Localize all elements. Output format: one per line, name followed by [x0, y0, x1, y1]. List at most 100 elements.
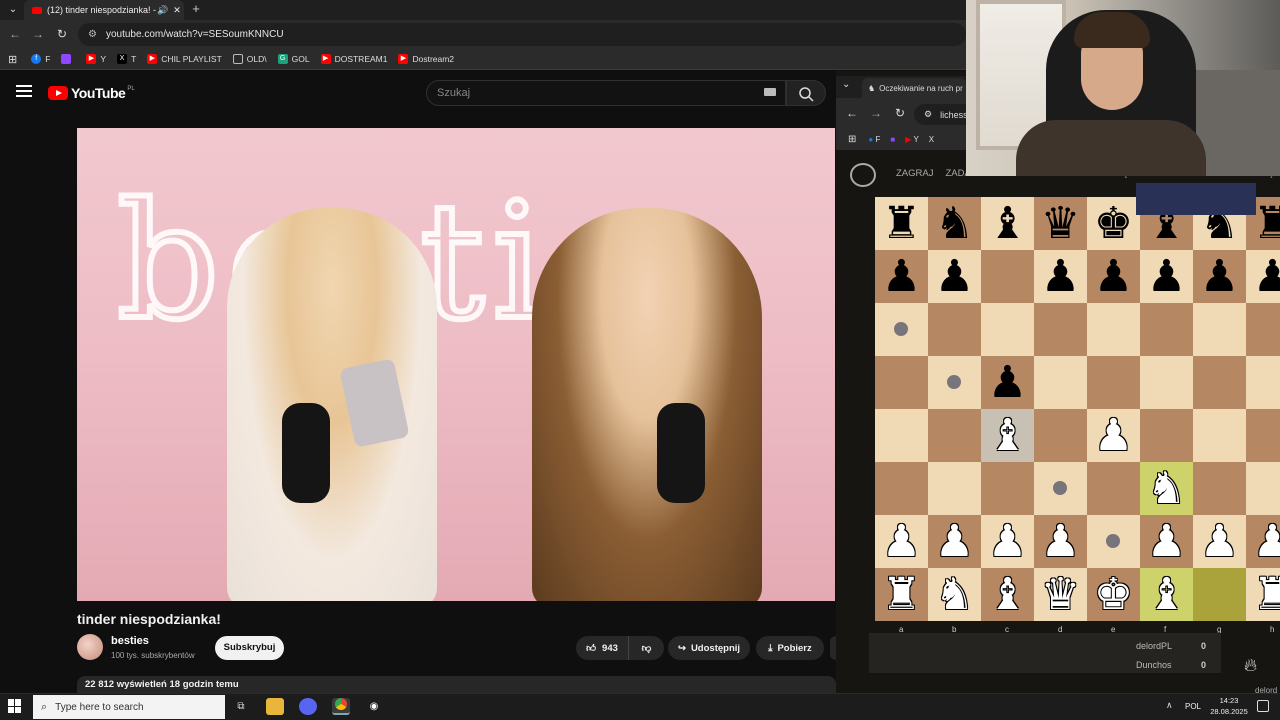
- board-square-g5[interactable]: [1193, 356, 1246, 409]
- bookmark-item[interactable]: [61, 54, 75, 64]
- bookmark-item[interactable]: ▶ Y: [86, 54, 106, 64]
- channel-avatar[interactable]: [77, 634, 103, 660]
- browser-tab-active[interactable]: (12) tinder niespodzianka! - 🔊 ✕: [24, 0, 184, 20]
- search-button[interactable]: [786, 80, 826, 106]
- tab-search-button[interactable]: ⌄: [842, 79, 850, 90]
- chess-board[interactable]: ♜ ♞ ♝ ♛ ♚ ♝ ♞ ♜ ♟ ♟ ♟ ♟ ♟ ♟ ♟ ♟ ♝ ♟ ♞ ♟ ♟ ♟ ♟ ♟ ♟ ♟ ♜ ♞ ♝ ♛ ♚ ♝ ♜: [875, 197, 1280, 623]
- bookmark-item[interactable]: ▶ DOSTREAM1: [320, 54, 387, 64]
- video-player[interactable]: besties: [77, 128, 835, 601]
- apps-icon[interactable]: ⊞: [8, 53, 17, 66]
- back-icon[interactable]: ←: [844, 105, 860, 121]
- youtube-logo[interactable]: YouTube PL: [48, 85, 135, 101]
- like-button[interactable]: 👍︎ 943: [576, 636, 628, 660]
- windows-start-icon[interactable]: [8, 699, 22, 713]
- board-square-e5[interactable]: [1087, 356, 1140, 409]
- black-pawn-piece[interactable]: ♟: [1034, 250, 1087, 303]
- download-button[interactable]: ⤓ Pobierz: [756, 636, 824, 660]
- board-square-f6[interactable]: [1140, 303, 1193, 356]
- black-pawn-piece[interactable]: ♟: [875, 250, 928, 303]
- search-input[interactable]: Szukaj: [426, 80, 786, 106]
- bookmark-item[interactable]: ▶ Y: [905, 135, 919, 144]
- white-knight-piece[interactable]: ♞: [928, 568, 981, 621]
- channel-name[interactable]: besties: [111, 635, 149, 647]
- board-square-h5[interactable]: [1246, 356, 1280, 409]
- board-square-f4[interactable]: [1140, 409, 1193, 462]
- board-square-g6[interactable]: [1193, 303, 1246, 356]
- white-bishop-piece[interactable]: ♝: [981, 409, 1034, 462]
- chrome-icon[interactable]: [332, 698, 350, 715]
- site-info-icon[interactable]: ⚙: [924, 109, 932, 120]
- white-rook-piece[interactable]: ♜: [1246, 568, 1280, 621]
- board-square-b3[interactable]: [928, 462, 981, 515]
- speaker-icon[interactable]: 🔊: [156, 5, 170, 16]
- nav-play[interactable]: ZAGRAJ: [896, 168, 933, 179]
- clock[interactable]: 14:23 28.08.2025: [1206, 695, 1252, 717]
- white-bishop-piece[interactable]: ♝: [1140, 568, 1193, 621]
- site-info-icon[interactable]: ⚙: [88, 29, 97, 40]
- discord-icon[interactable]: [299, 698, 317, 715]
- black-pawn-piece[interactable]: ♟: [1087, 250, 1140, 303]
- dislike-button[interactable]: 👎︎: [628, 636, 664, 660]
- move-hint-dot[interactable]: [947, 375, 961, 389]
- tray-overflow-icon[interactable]: ∧: [1166, 700, 1173, 711]
- black-pawn-piece[interactable]: ♟: [1193, 250, 1246, 303]
- white-pawn-piece[interactable]: ♟: [875, 515, 928, 568]
- task-view-icon[interactable]: ⧉: [232, 698, 250, 715]
- file-explorer-icon[interactable]: [266, 698, 284, 715]
- white-king-piece[interactable]: ♚: [1087, 568, 1140, 621]
- share-button[interactable]: ↪ Udostępnij: [668, 636, 750, 660]
- white-pawn-piece[interactable]: ♟: [1193, 515, 1246, 568]
- bookmark-item[interactable]: ▶ CHIL PLAYLIST: [147, 54, 222, 64]
- move-hint-dot[interactable]: [1106, 534, 1120, 548]
- white-pawn-piece[interactable]: ♟: [1140, 515, 1193, 568]
- board-square-f5[interactable]: [1140, 356, 1193, 409]
- white-knight-piece[interactable]: ♞: [1140, 462, 1193, 515]
- keyboard-icon[interactable]: [764, 88, 776, 96]
- forward-icon[interactable]: →: [868, 105, 884, 121]
- lichess-tab[interactable]: ♞ Oczekiwanie na ruch pr: [862, 78, 966, 98]
- bookmark-item[interactable]: XT: [117, 54, 136, 64]
- close-tab-icon[interactable]: ✕: [170, 5, 184, 16]
- board-square-e3[interactable]: [1087, 462, 1140, 515]
- board-square-a4[interactable]: [875, 409, 928, 462]
- black-king-piece[interactable]: ♚: [1087, 197, 1140, 250]
- bookmark-item[interactable]: X: [929, 135, 934, 144]
- black-rook-piece[interactable]: ♜: [875, 197, 928, 250]
- board-square-b6[interactable]: [928, 303, 981, 356]
- taskbar-search-input[interactable]: ⌕ Type here to search: [33, 695, 225, 719]
- back-icon[interactable]: ←: [7, 26, 23, 42]
- menu-icon[interactable]: [16, 85, 32, 99]
- black-pawn-piece[interactable]: ♟: [1140, 250, 1193, 303]
- black-knight-piece[interactable]: ♞: [928, 197, 981, 250]
- board-square-a5[interactable]: [875, 356, 928, 409]
- board-square-c6[interactable]: [981, 303, 1034, 356]
- white-rook-piece[interactable]: ♜: [875, 568, 928, 621]
- board-square-c7[interactable]: [981, 250, 1034, 303]
- board-square-d6[interactable]: [1034, 303, 1087, 356]
- new-tab-button[interactable]: +: [188, 0, 204, 20]
- language-indicator[interactable]: POL: [1185, 702, 1201, 711]
- board-square-h3[interactable]: [1246, 462, 1280, 515]
- board-square-e6[interactable]: [1087, 303, 1140, 356]
- player-name[interactable]: Dunchos: [1136, 660, 1172, 670]
- tab-search-button[interactable]: ⌄: [3, 2, 23, 18]
- bookmark-item[interactable]: ▶ Dostream2: [398, 54, 454, 64]
- board-square-b4[interactable]: [928, 409, 981, 462]
- white-pawn-piece[interactable]: ♟: [1246, 515, 1280, 568]
- notifications-icon[interactable]: [1257, 700, 1269, 712]
- reload-icon[interactable]: ↻: [892, 105, 908, 121]
- player-name[interactable]: delordPL: [1136, 641, 1172, 651]
- board-square-d4[interactable]: [1034, 409, 1087, 462]
- bookmark-item[interactable]: ■: [890, 135, 895, 144]
- board-square-h4[interactable]: [1246, 409, 1280, 462]
- board-square-g1[interactable]: [1193, 568, 1246, 621]
- black-pawn-piece[interactable]: ♟: [1246, 250, 1280, 303]
- bookmark-item[interactable]: G GOL: [277, 54, 310, 64]
- forward-icon[interactable]: →: [30, 26, 46, 42]
- white-pawn-piece[interactable]: ♟: [1034, 515, 1087, 568]
- board-square-a3[interactable]: [875, 462, 928, 515]
- bookmark-folder[interactable]: OLD\: [232, 54, 267, 64]
- reload-icon[interactable]: ↻: [54, 26, 70, 42]
- subscribe-button[interactable]: Subskrybuj: [215, 636, 284, 660]
- address-bar[interactable]: ⚙ youtube.com/watch?v=SESoumKNNCU: [78, 23, 966, 46]
